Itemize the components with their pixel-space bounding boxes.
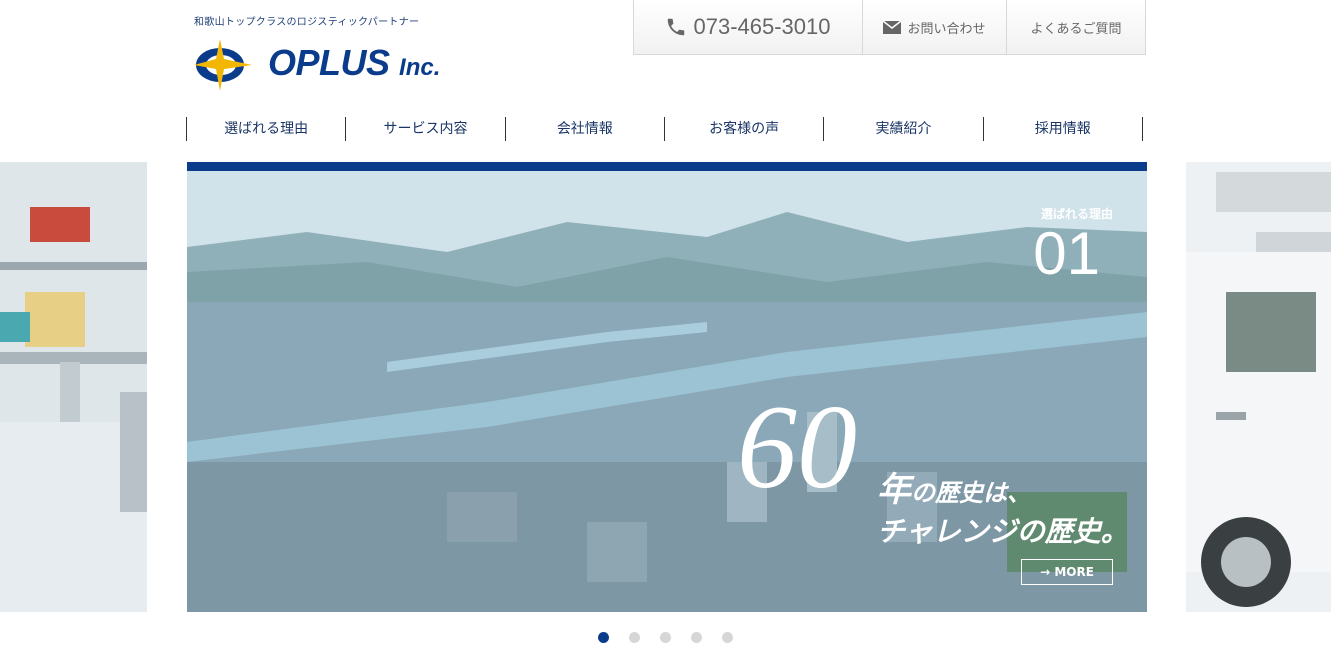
slider-dot[interactable]: [722, 632, 733, 643]
oplus-logo[interactable]: OPLUS Inc.: [192, 35, 442, 95]
contact-label: お問い合わせ: [907, 21, 986, 37]
hero-slide[interactable]: 選ばれる理由 01 60 年の歴史は、 チャレンジの歴史。 → MORE: [187, 162, 1147, 612]
faq-label: よくあるご質問: [1030, 21, 1122, 37]
logo-name: OPLUS: [268, 42, 390, 83]
slider-dot[interactable]: [660, 632, 671, 643]
warehouse-image: [0, 162, 147, 612]
headline-year-char: 年: [877, 470, 911, 510]
headline-line-1: 年の歴史は、: [877, 462, 1031, 511]
phone-link[interactable]: 073-465-3010: [634, 0, 863, 54]
slider-dot[interactable]: [629, 632, 640, 643]
mail-icon: [883, 20, 902, 34]
slider-dot[interactable]: [598, 632, 609, 643]
faq-link[interactable]: よくあるご質問: [1007, 0, 1145, 54]
slider-dot[interactable]: [691, 632, 702, 643]
main-nav: 選ばれる理由 サービス内容 会社情報 お客様の声 実績紹介 採用情報: [186, 117, 1143, 141]
logo-suffix: Inc.: [399, 54, 441, 81]
tagline: 和歌山トップクラスのロジスティックパートナー: [194, 17, 420, 28]
nav-item-works[interactable]: 実績紹介: [824, 117, 984, 141]
headline-history-text: の歴史は、: [911, 479, 1031, 507]
top-utility-nav: 073-465-3010 お問い合わせ よくあるご質問: [633, 0, 1146, 55]
phone-number: 073-465-3010: [693, 14, 831, 39]
nav-item-reasons[interactable]: 選ばれる理由: [187, 117, 347, 141]
years-number: 60: [737, 380, 857, 513]
next-slide-preview[interactable]: [1186, 162, 1331, 612]
contact-link[interactable]: お問い合わせ: [863, 0, 1007, 54]
slider-pagination: [598, 632, 733, 643]
phone-icon: [668, 18, 685, 36]
nav-item-services[interactable]: サービス内容: [346, 117, 506, 141]
nav-item-company[interactable]: 会社情報: [506, 117, 665, 141]
reason-number: 01: [1033, 220, 1100, 287]
logo-mark-icon: [194, 39, 252, 91]
nav-item-recruit[interactable]: 採用情報: [984, 117, 1143, 141]
headline-line-2: チャレンジの歴史。: [877, 515, 1129, 548]
logo-wordmark: OPLUS Inc.: [268, 41, 440, 90]
nav-item-testimonials[interactable]: お客様の声: [665, 117, 825, 141]
more-button[interactable]: → MORE: [1021, 559, 1113, 585]
slide-top-bar: [187, 162, 1147, 171]
prev-slide-preview[interactable]: [0, 162, 147, 612]
truck-image: [1186, 162, 1331, 612]
